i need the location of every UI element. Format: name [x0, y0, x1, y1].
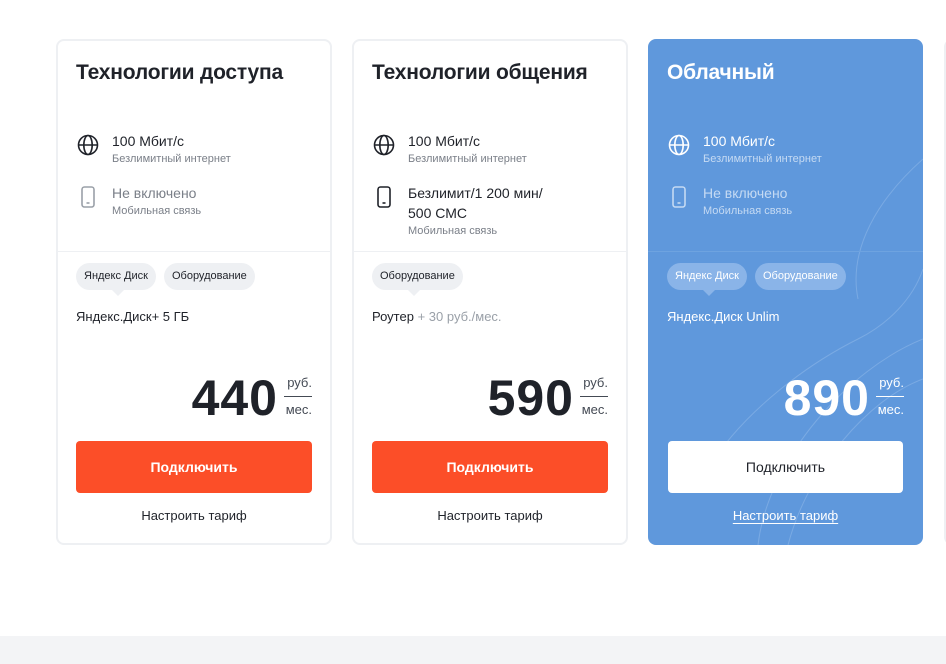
feature-main: 100 Мбит/с [408, 133, 481, 149]
globe-icon [667, 133, 691, 157]
feature-main: 100 Мбит/с [703, 133, 776, 149]
phone-icon [76, 185, 100, 209]
feature-mobile: Безлимит/1 200 мин/ 500 СМС Мобильная св… [372, 183, 543, 238]
feature-sub: Безлимитный интернет [703, 153, 822, 165]
configure-tariff-link[interactable]: Настроить тариф [58, 508, 330, 523]
chip-content: Яндекс.Диск Unlim [667, 309, 779, 324]
chip-equipment[interactable]: Оборудование [163, 263, 255, 290]
connect-button[interactable]: Подключить [76, 441, 312, 493]
feature-mobile: Не включено Мобильная связь [667, 183, 792, 218]
feature-sub: Мобильная связь [112, 205, 202, 217]
feature-sub: Безлимитный интернет [408, 153, 527, 165]
chips: Оборудование [372, 263, 463, 296]
configure-tariff-link[interactable]: Настроить тариф [648, 508, 923, 523]
price-value: 590 [487, 370, 574, 426]
connect-button[interactable]: Подключить [372, 441, 608, 493]
connect-button[interactable]: Подключить [668, 441, 903, 493]
card-title: Облачный [667, 61, 775, 84]
extra-text: Яндекс.Диск+ 5 ГБ [76, 309, 190, 324]
price-currency: руб. [287, 375, 312, 390]
feature-sub: Мобильная связь [703, 205, 793, 217]
feature-internet: 100 Мбит/с Безлимитный интернет [76, 131, 231, 166]
card-title: Технологии общения [372, 61, 588, 84]
feature-internet: 100 Мбит/с Безлимитный интернет [372, 131, 527, 166]
chip-content: Роутер + 30 руб./мес. [372, 309, 502, 324]
chip-equipment[interactable]: Оборудование [754, 263, 846, 290]
price: 590 руб. мес. [488, 369, 608, 427]
globe-icon [372, 133, 396, 157]
price: 890 руб. мес. [784, 369, 904, 427]
price-currency: руб. [879, 375, 904, 390]
divider [354, 251, 626, 252]
tariff-cards: Технологии доступа 100 Мбит/с Безлимитны… [56, 39, 946, 545]
card-title: Технологии доступа [76, 61, 283, 84]
price: 440 руб. мес. [192, 369, 312, 427]
feature-main: Не включено [112, 185, 197, 201]
phone-icon [372, 185, 396, 209]
price-unit: руб. мес. [284, 375, 312, 418]
divider [58, 251, 330, 252]
footer-section [0, 636, 946, 664]
globe-icon [76, 133, 100, 157]
chip-yandex-disk[interactable]: Яндекс Диск [667, 263, 747, 296]
price-unit-divider [876, 396, 904, 397]
price-unit: руб. мес. [876, 375, 904, 418]
feature-mobile: Не включено Мобильная связь [76, 183, 201, 218]
feature-main: Безлимит/1 200 мин/ [408, 185, 543, 201]
price-currency: руб. [583, 375, 608, 390]
chips: Яндекс Диск Оборудование [76, 263, 255, 296]
tariff-card-communication: Технологии общения 100 Мбит/с Безлимитны… [352, 39, 628, 545]
tariff-card-cloud: Облачный 100 Мбит/с Безлимитный интернет… [648, 39, 923, 545]
price-period: мес. [285, 402, 312, 417]
feature-main: Не включено [703, 185, 788, 201]
price-period: мес. [877, 402, 904, 417]
price-period: мес. [581, 402, 608, 417]
extra-price: + 30 руб./мес. [417, 309, 502, 324]
price-unit-divider [580, 396, 608, 397]
chip-equipment[interactable]: Оборудование [372, 263, 463, 296]
extra-text: Роутер [372, 309, 414, 324]
extra-text: Яндекс.Диск Unlim [667, 309, 780, 324]
chip-yandex-disk[interactable]: Яндекс Диск [76, 263, 156, 296]
tariff-card-access: Технологии доступа 100 Мбит/с Безлимитны… [56, 39, 332, 545]
divider [648, 251, 923, 252]
chips: Яндекс Диск Оборудование [667, 263, 846, 296]
configure-tariff-link[interactable]: Настроить тариф [354, 508, 626, 523]
price-value: 890 [783, 370, 870, 426]
feature-sub: Безлимитный интернет [112, 153, 231, 165]
feature-main-line2: 500 СМС [408, 205, 467, 221]
chip-content: Яндекс.Диск+ 5 ГБ [76, 309, 189, 324]
feature-main: 100 Мбит/с [112, 133, 185, 149]
feature-sub: Мобильная связь [408, 225, 498, 237]
feature-internet: 100 Мбит/с Безлимитный интернет [667, 131, 822, 166]
price-value: 440 [191, 370, 278, 426]
price-unit-divider [284, 396, 312, 397]
price-unit: руб. мес. [580, 375, 608, 418]
phone-icon [667, 185, 691, 209]
